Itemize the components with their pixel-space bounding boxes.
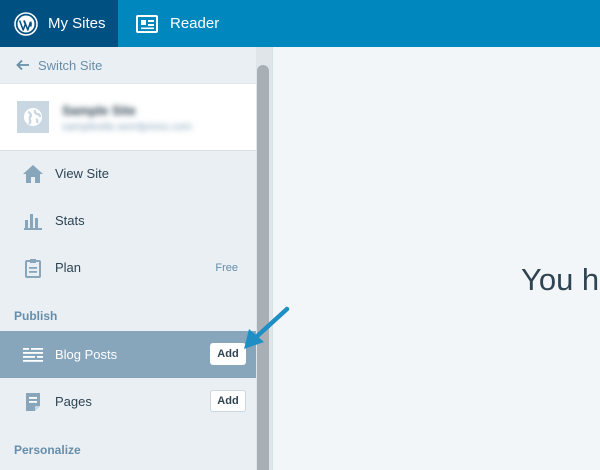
scrollbar-thumb[interactable] [257, 65, 269, 470]
reader-icon [136, 14, 158, 34]
plan-badge: Free [215, 261, 238, 274]
my-sites-tab[interactable]: My Sites [0, 0, 118, 47]
posts-icon [22, 344, 44, 366]
site-url: samplesite.wordpress.com [62, 121, 193, 133]
content-divider [272, 47, 273, 470]
sidebar-item-blog-posts[interactable]: Blog Posts Add [0, 331, 256, 378]
sidebar-item-label: Blog Posts [55, 347, 118, 362]
add-page-button[interactable]: Add [210, 390, 246, 412]
sidebar-scrollbar[interactable] [256, 47, 272, 470]
switch-site-link[interactable]: Switch Site [0, 47, 256, 83]
globe-icon [17, 101, 49, 133]
arrow-left-icon [16, 59, 30, 71]
publish-heading: Publish [14, 309, 58, 323]
sidebar-item-label: Pages [55, 394, 92, 409]
home-icon [22, 163, 44, 185]
clipboard-icon [22, 257, 44, 279]
sidebar: Switch Site Sample Site samplesite.wordp… [0, 47, 256, 470]
sidebar-item-label: Plan [55, 260, 82, 275]
reader-tab[interactable]: Reader [118, 0, 258, 47]
sidebar-item-label: View Site [55, 166, 109, 181]
sidebar-item-view-site[interactable]: View Site [0, 150, 256, 197]
annotation-arrow-icon [244, 306, 290, 349]
sidebar-item-stats[interactable]: Stats [0, 197, 256, 244]
wordpress-logo-icon [14, 11, 38, 36]
switch-site-label: Switch Site [38, 57, 103, 73]
stats-icon [22, 210, 44, 232]
page-icon [22, 391, 44, 413]
site-title: Sample Site [62, 103, 136, 118]
personalize-heading: Personalize [14, 443, 81, 457]
current-site-card[interactable]: Sample Site samplesite.wordpress.com [0, 83, 256, 151]
my-sites-label: My Sites [48, 15, 106, 32]
masterbar: My Sites Reader [0, 0, 600, 47]
sidebar-item-label: Stats [55, 213, 85, 228]
reader-label: Reader [170, 15, 220, 32]
main-heading: You h [521, 262, 600, 297]
sidebar-item-pages[interactable]: Pages Add [0, 378, 256, 425]
sidebar-item-plan[interactable]: Plan Free [0, 244, 256, 291]
